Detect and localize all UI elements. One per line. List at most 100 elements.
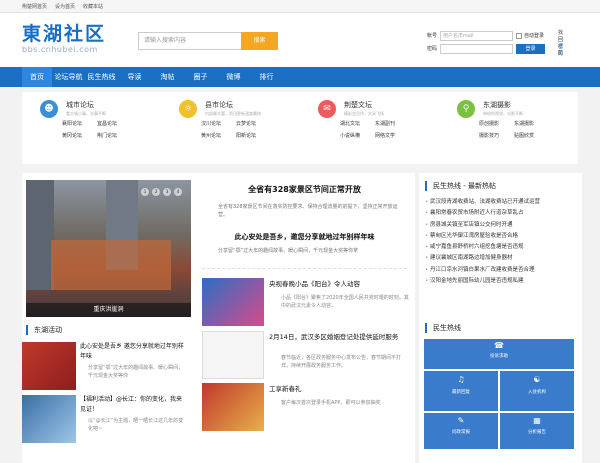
carousel-dot[interactable]: 4 [174,188,182,196]
forum-link[interactable]: 原创摄影 [479,120,514,127]
news-desc: 客户每次首次登录手机APP，即可以参加抽奖 [281,400,381,406]
hot-post-item[interactable]: 建议襄城区南湖路边增加健身器材 [425,253,575,264]
forum-category-title[interactable]: 城市论坛 [66,100,161,110]
forum-link[interactable]: 网络文学 [375,132,415,139]
news-desc: 春节临近，各区政务服务中心发布公告，春节期间不打烊，持续开展政务服务工作。 [281,355,402,369]
forum-link[interactable]: 阳新论坛 [236,132,276,139]
bell-icon: ♫ [457,375,465,384]
register-link[interactable]: 注册 [558,42,563,56]
activity-item[interactable]: 此心安处是吾乡 邀您分享就地过年别样年味 分享留“鄂”过大年的趣闻故事、暖心瞬间… [22,342,187,390]
activity-item[interactable]: 【福利活动】@长江：你的变化，我来见证！ 以“@长江”为主题，晒一晒长江这几年的… [22,395,187,443]
search-button[interactable]: 搜索 [241,32,278,50]
forum-link[interactable]: 东湖摄影 [514,120,554,127]
forum-link[interactable]: 襄阳论坛 [62,120,97,127]
hot-post-item[interactable]: 丹江口凉水河镇白果水厂改建收费是否合理 [425,265,575,276]
nav-item-guide[interactable]: 导读 [118,67,151,87]
tile-institutions[interactable]: ☯ 入驻机构 [500,371,574,411]
tile-report[interactable]: ▦ 分析报告 [500,413,574,449]
auto-login-checkbox[interactable] [516,32,522,39]
nav-item-home[interactable]: 首页 [22,67,52,87]
topbar-link-home[interactable]: 荆楚网首页 [22,3,47,10]
account-label: 帐号 [427,33,438,39]
logo-url: bbs.cnhubei.com [22,45,98,54]
forum-category-literature: ✉ 荆楚文坛 精彩会员作，文采飞扬 湖北文坛 东湖副刊 小说纵横 网络文学 [300,92,439,164]
tile-complaint[interactable]: ☎ 投诉求助 [424,339,574,369]
headline2-title[interactable]: 此心安处是吾乡，邀您分享就地过年别样年味 [202,232,407,242]
headline-desc: 全省有328家景区节间在落实防控要求、保持合理流量的前提下，坚持正常开放运营。 [218,204,398,218]
forum-link[interactable]: 摄影技巧 [479,132,514,139]
forum-link[interactable]: 荆门论坛 [97,132,137,139]
hot-post-item[interactable]: 襄阳常春农贸市场附近人行道杂草乱占 [425,208,575,219]
header: 東湖社区 bbs.cnhubei.com 请输入搜索内容 搜索 帐号 用户名/E… [0,13,600,67]
carousel-dots: 1 2 3 4 [141,188,182,196]
banner-caption[interactable]: 重庆洪崖洞 [26,303,191,317]
sidebar: 民生热线 - 最新热帖 武汉段青湖收费站、法湖收费站已开通试运营 襄阳常春农贸市… [419,173,582,463]
nav-item-taotie[interactable]: 淘帖 [151,67,184,87]
person-icon: ☻ [40,100,58,118]
nav-item-hotline[interactable]: 民生热线 [85,67,118,87]
forum-category-county: ☼ 县市论坛 内部最丰富，资讯更新速度最快 汉川论坛 云梦论坛 黄州论坛 阳新论… [161,92,300,164]
activity-title[interactable]: 【福利活动】@长江：你的变化，我来见证！ [80,395,187,415]
forum-category-photography: ⚲ 东湖摄影 带给你视觉，光影不断 原创摄影 东湖摄影 摄影技巧 贴图欣赏 [439,92,578,164]
hot-post-item[interactable]: 咸宁嘉鱼县舒桥村六组挖鱼塘是否违规 [425,242,575,253]
banner-carousel[interactable]: 1 2 3 4 重庆洪崖洞 [26,180,191,317]
forum-link[interactable]: 宜昌论坛 [97,120,137,127]
nav-item-weibo[interactable]: 微博 [217,67,250,87]
sidebar-hotline-title: 民生热线 [425,323,461,333]
forum-category-subtitle: 带给你视觉，光影不断 [483,111,523,116]
headline-title[interactable]: 全省有328家景区节间正常开放 [202,184,407,195]
news-image [202,331,264,379]
forum-category-title[interactable]: 县市论坛 [205,100,300,110]
topbar-link-bookmark[interactable]: 收藏本站 [83,3,103,10]
forum-link[interactable]: 黄州论坛 [201,132,236,139]
forum-link[interactable]: 黄冈论坛 [62,132,97,139]
nav-item-ranking[interactable]: 排行 [250,67,283,87]
forum-category-title[interactable]: 东湖摄影 [483,100,578,110]
forum-category-subtitle: 内部最丰富，资讯更新速度最快 [205,111,261,116]
tile-label: 问政常报 [452,430,470,435]
grid-icon: ▦ [533,416,541,425]
forum-category-title[interactable]: 荆楚文坛 [344,100,439,110]
auto-login-label: 自动登录 [524,33,545,39]
activity-desc: 以“@长江”为主题，晒一晒长江这几年的变化吧~ [88,418,184,432]
hot-post-item[interactable]: 武汉段青湖收费站、法湖收费站已开通试运营 [425,197,575,208]
forum-link[interactable]: 云梦论坛 [236,120,276,127]
forum-link[interactable]: 小说纵横 [340,132,375,139]
topbar-link-set-home[interactable]: 设为首页 [55,3,75,10]
activity-image [22,395,76,443]
site-logo[interactable]: 東湖社区 bbs.cnhubei.com [22,23,106,54]
activity-title[interactable]: 此心安处是吾乡 邀您分享就地过年别样年味 [80,342,187,362]
password-label: 密码 [427,46,438,52]
forum-link[interactable]: 贴图欣赏 [514,132,554,139]
utensils-icon: ⚲ [457,100,475,118]
carousel-dot[interactable]: 1 [141,188,149,196]
news-title[interactable]: 工享新春礼 [269,385,409,394]
megaphone-icon: ☎ [494,341,504,350]
hot-post-item[interactable]: 蔡甸区光华御江湾房屋验收是否合格 [425,231,575,242]
search-input[interactable]: 请输入搜索内容 [138,32,241,50]
headline2-desc: 分享留“鄂”过大年的趣闻故事、暖心瞬间，千元现金大奖等你拿 [218,248,359,254]
forum-link[interactable]: 汉川论坛 [201,120,236,127]
forum-link[interactable]: 东湖副刊 [375,120,415,127]
news-title[interactable]: 2月14日，武汉多区婚姻登记处提供延时服务 [269,333,409,342]
carousel-dot[interactable]: 2 [152,188,160,196]
main-nav: 首页 论坛导航 民生热线 导读 淘帖 圈子 微博 排行 [0,67,600,87]
banner-image-lights [51,240,171,290]
tile-latest-reply[interactable]: ♫ 最新回复 [424,371,498,411]
tile-inquiry[interactable]: ✎ 问政常报 [424,413,498,449]
hot-post-item[interactable]: 房县城关镇至军店镇公交何时开通 [425,220,575,231]
chat-icon: ✉ [318,100,336,118]
banner-image-building [26,180,54,290]
login-button[interactable]: 登录 [516,43,545,54]
account-input[interactable]: 用户名/Email [440,30,513,41]
password-input[interactable] [440,43,513,54]
activity-desc: 分享留“鄂”过大年的趣闻故事、暖心瞬间，千元现金大奖等你 [88,365,184,379]
nav-item-forum-nav[interactable]: 论坛导航 [52,67,85,87]
hot-post-item[interactable]: 汉阳金地先丽国际幼儿园是否违规私建 [425,276,575,287]
forum-link[interactable]: 湖北文坛 [340,120,375,127]
carousel-dot[interactable]: 3 [163,188,171,196]
tile-label: 入驻机构 [528,390,546,395]
nav-item-circle[interactable]: 圈子 [184,67,217,87]
news-title[interactable]: 央视春晚小品《阳台》令人动容 [269,280,409,289]
lightbulb-icon: ☼ [179,100,197,118]
